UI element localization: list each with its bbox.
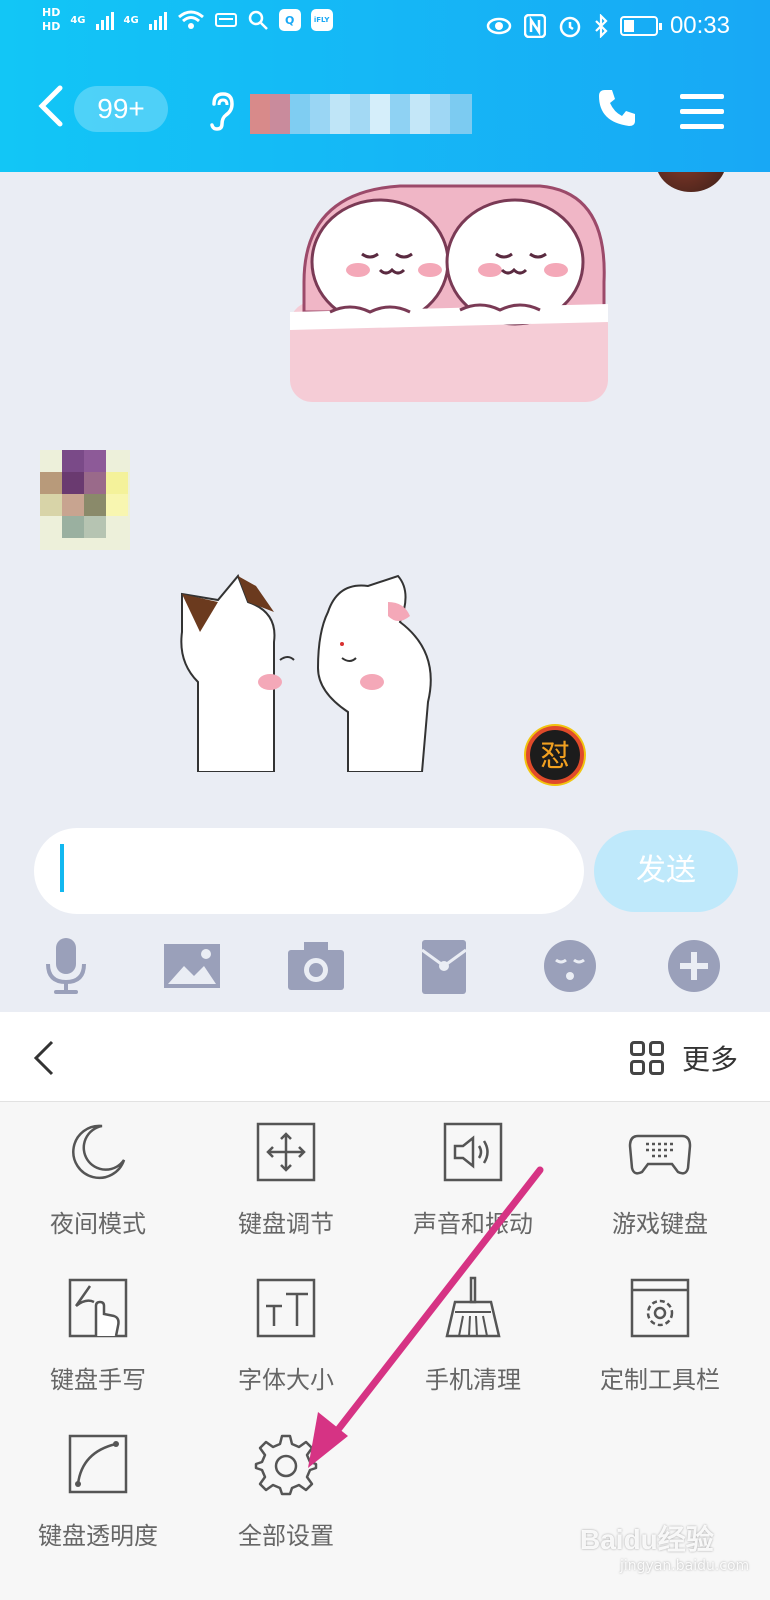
night-mode-label: 夜间模式 xyxy=(50,1210,146,1238)
self-avatar[interactable] xyxy=(656,172,726,192)
phone-clean-label: 手机清理 xyxy=(425,1366,521,1394)
sound-vibration-item[interactable]: 声音和振动 xyxy=(378,1120,568,1260)
baidu-watermark-url: jingyan.baidu.com xyxy=(620,1558,750,1574)
custom-toolbar-label: 定制工具栏 xyxy=(600,1366,720,1394)
sound-vibration-label: 声音和振动 xyxy=(413,1210,533,1238)
settings-gear-icon xyxy=(254,1434,318,1496)
wifi-icon xyxy=(177,10,204,29)
chat-header: 99+ xyxy=(0,72,770,152)
image-icon[interactable] xyxy=(160,936,224,996)
grid-icon xyxy=(629,1041,664,1075)
battery-icon xyxy=(619,16,662,36)
back-chevron-icon[interactable] xyxy=(36,84,66,128)
gamepad-icon xyxy=(628,1134,692,1175)
sticker-sleeping-bears[interactable] xyxy=(290,172,620,412)
nfc-icon xyxy=(523,14,546,38)
transparency-icon xyxy=(68,1434,128,1494)
signal2-icon xyxy=(148,10,167,30)
night-mode-item[interactable]: 夜间模式 xyxy=(3,1120,193,1260)
ifly-status-icon: iFLY xyxy=(310,9,333,31)
reaction-badge-icon: 怼 xyxy=(524,724,586,786)
bluetooth-icon xyxy=(595,14,608,38)
signal1-icon xyxy=(95,10,114,30)
font-size-icon xyxy=(256,1278,316,1338)
hd2-label: HD xyxy=(42,20,61,33)
reaction-glyph: 怼 xyxy=(540,739,570,774)
font-size-item[interactable]: 字体大小 xyxy=(191,1276,381,1416)
all-settings-label: 全部设置 xyxy=(238,1522,334,1550)
handwriting-label: 键盘手写 xyxy=(50,1366,146,1394)
message-input[interactable] xyxy=(34,828,584,914)
ear-mode-icon[interactable] xyxy=(206,90,236,132)
alarm-icon xyxy=(559,16,581,38)
keyboard-adjust-icon xyxy=(256,1122,316,1182)
handwriting-icon xyxy=(68,1278,128,1338)
voice-icon[interactable] xyxy=(36,936,96,996)
status-left: HD HD 4G 4G Q iFLY xyxy=(42,6,333,34)
game-keyboard-label: 游戏键盘 xyxy=(612,1210,708,1238)
camera-icon[interactable] xyxy=(284,936,348,996)
menu-icon[interactable] xyxy=(680,94,724,129)
keyboard-adjust-label: 键盘调节 xyxy=(238,1210,334,1238)
status-right: 00:33 xyxy=(486,12,730,40)
all-settings-item[interactable]: 全部设置 xyxy=(191,1432,381,1572)
font-size-label: 字体大小 xyxy=(238,1366,334,1394)
phone-call-icon[interactable] xyxy=(595,86,639,130)
panel-back-icon[interactable] xyxy=(30,1036,60,1080)
app-header-bar: HD HD 4G 4G Q iFLY 00:33 99+ xyxy=(0,0,770,172)
broom-icon xyxy=(445,1276,501,1338)
transparency-item[interactable]: 键盘透明度 xyxy=(3,1432,193,1572)
keyboard-panel-topbar: 更多 xyxy=(0,1012,770,1102)
network1-label: 4G xyxy=(70,14,86,26)
sound-vibration-icon xyxy=(443,1122,503,1182)
message-input-row: 发送 xyxy=(0,812,770,922)
moon-icon xyxy=(72,1124,126,1180)
plus-more-icon[interactable] xyxy=(664,936,724,996)
more-button[interactable]: 更多 xyxy=(629,1036,738,1080)
eye-icon xyxy=(486,17,512,35)
status-bar: HD HD 4G 4G Q iFLY 00:33 xyxy=(0,0,770,54)
game-keyboard-item[interactable]: 游戏键盘 xyxy=(565,1120,755,1260)
handwriting-item[interactable]: 键盘手写 xyxy=(3,1276,193,1416)
qq-status-icon: Q xyxy=(278,9,301,31)
red-packet-icon[interactable] xyxy=(414,936,474,996)
search-status-icon xyxy=(248,10,268,30)
chat-area[interactable]: 怼 xyxy=(0,172,770,812)
reaction-emoji[interactable]: 怼 xyxy=(522,722,588,788)
emoji-face-icon[interactable] xyxy=(540,936,600,996)
keyboard-status-icon xyxy=(214,13,237,27)
clock: 00:33 xyxy=(669,12,730,39)
hd-indicators: HD HD xyxy=(42,6,60,34)
custom-toolbar-item[interactable]: 定制工具栏 xyxy=(565,1276,755,1416)
custom-toolbar-icon xyxy=(630,1278,690,1338)
text-caret xyxy=(60,844,64,892)
baidu-watermark: Baidu经验 xyxy=(580,1524,714,1555)
unread-badge[interactable]: 99+ xyxy=(74,86,168,132)
peer-avatar-pixelated[interactable] xyxy=(40,450,130,550)
phone-clean-item[interactable]: 手机清理 xyxy=(378,1276,568,1416)
transparency-label: 键盘透明度 xyxy=(38,1522,158,1550)
chat-toolbar xyxy=(0,922,770,1012)
keyboard-adjust-item[interactable]: 键盘调节 xyxy=(191,1120,381,1260)
keyboard-settings-panel: 更多 夜间模式 键盘调节 声音和振动 游戏键盘 键盘手写 字体大小 手机清理 定… xyxy=(0,1012,770,1600)
send-button[interactable]: 发送 xyxy=(594,830,738,912)
contact-name-pixelated xyxy=(250,94,485,134)
network2-label: 4G xyxy=(123,14,139,26)
more-label: 更多 xyxy=(681,1043,738,1076)
sticker-kissing-bunnies[interactable] xyxy=(178,572,458,772)
hd1-label: HD xyxy=(42,6,61,19)
